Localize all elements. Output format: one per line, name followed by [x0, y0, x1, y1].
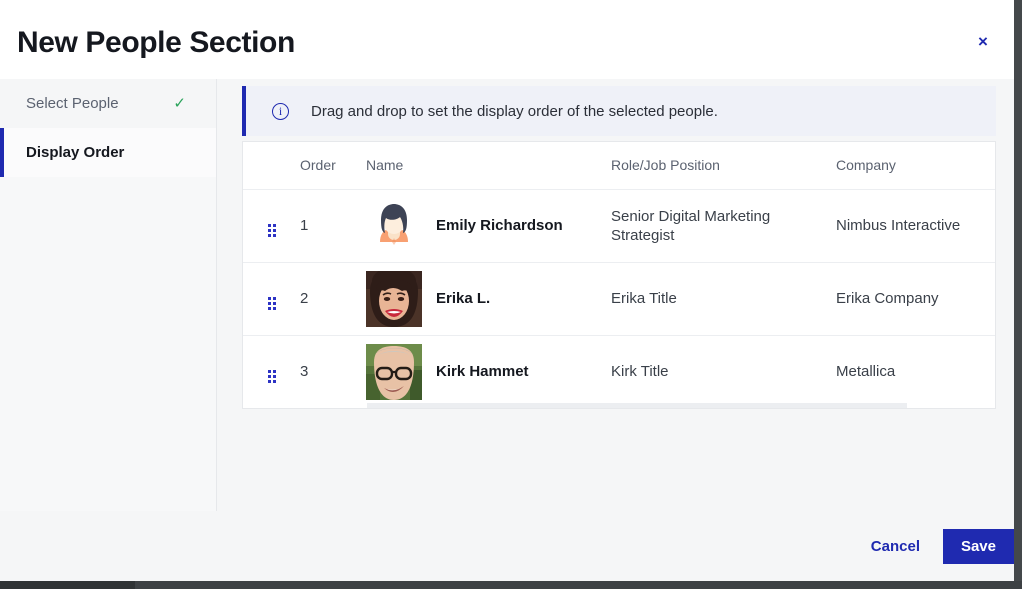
table-horizontal-scrollbar[interactable]: [243, 402, 995, 408]
person-name: Emily Richardson: [436, 217, 563, 234]
drag-handle-cell[interactable]: [243, 189, 300, 263]
sidebar-item-display-order[interactable]: Display Order: [0, 128, 216, 177]
person-name: Erika L.: [436, 290, 491, 307]
column-header-company: Company: [836, 142, 995, 190]
order-number: 1: [300, 189, 366, 263]
sidebar-item-select-people[interactable]: Select People ✓: [0, 79, 216, 128]
person-company: Metallica: [836, 363, 896, 381]
content-area: i Drag and drop to set the display order…: [242, 86, 996, 409]
column-header-handle: [243, 142, 300, 190]
save-button[interactable]: Save: [942, 529, 1014, 564]
column-header-name: Name: [366, 142, 611, 190]
person-role: Senior Digital Marketing Strategist: [611, 189, 836, 263]
info-icon: i: [272, 102, 289, 120]
person-company: Nimbus Interactive: [836, 189, 995, 263]
avatar: [366, 343, 422, 400]
avatar: [366, 270, 422, 327]
order-table-card: Order Name Role/Job Position Company 1 E…: [242, 141, 996, 409]
table-row[interactable]: 3 Kirk Hammet Kirk Title Metallica: [243, 335, 995, 408]
drag-handle-icon[interactable]: [267, 297, 276, 310]
drag-handle-icon[interactable]: [267, 224, 276, 237]
display-order-table: Order Name Role/Job Position Company 1 E…: [243, 142, 995, 408]
person-name-cell: Emily Richardson: [366, 189, 611, 263]
column-header-role: Role/Job Position: [611, 142, 836, 190]
info-banner-text: Drag and drop to set the display order o…: [311, 102, 718, 120]
person-role: Kirk Title: [611, 363, 669, 381]
order-number: 3: [300, 363, 309, 381]
info-banner: i Drag and drop to set the display order…: [242, 86, 996, 136]
sidebar-item-label: Display Order: [26, 144, 125, 161]
modal-footer: Cancel Save: [0, 519, 1014, 589]
person-role: Erika Title: [611, 262, 836, 336]
vertical-scrollbar[interactable]: [1014, 0, 1022, 589]
column-header-order: Order: [300, 142, 366, 190]
close-icon[interactable]: ×: [970, 28, 996, 54]
drag-handle-cell[interactable]: [243, 335, 300, 408]
sidebar-item-label: Select People: [26, 95, 119, 112]
modal-header: New People Section ×: [0, 0, 1014, 79]
modal-body: Select People ✓ Display Order i Drag and…: [0, 79, 1014, 519]
page-title: New People Section: [17, 26, 295, 59]
person-name: Kirk Hammet: [436, 363, 529, 381]
sidebar: Select People ✓ Display Order: [0, 79, 217, 511]
table-row[interactable]: 2 Erika L. Erika Title Erika Company: [243, 262, 995, 336]
table-row[interactable]: 1 Emily Richardson Senior Digital Market…: [243, 189, 995, 263]
person-company: Erika Company: [836, 262, 995, 336]
avatar: [366, 197, 422, 254]
drag-handle-cell[interactable]: [243, 262, 300, 336]
check-icon: ✓: [173, 95, 186, 112]
table-header-row: Order Name Role/Job Position Company: [243, 142, 995, 190]
drag-handle-icon[interactable]: [267, 370, 276, 384]
person-name-cell: Kirk Hammet: [366, 335, 611, 408]
person-name-cell: Erika L.: [366, 262, 611, 336]
horizontal-scrollbar[interactable]: [0, 581, 1022, 589]
order-number: 2: [300, 262, 366, 336]
cancel-button[interactable]: Cancel: [861, 529, 930, 564]
